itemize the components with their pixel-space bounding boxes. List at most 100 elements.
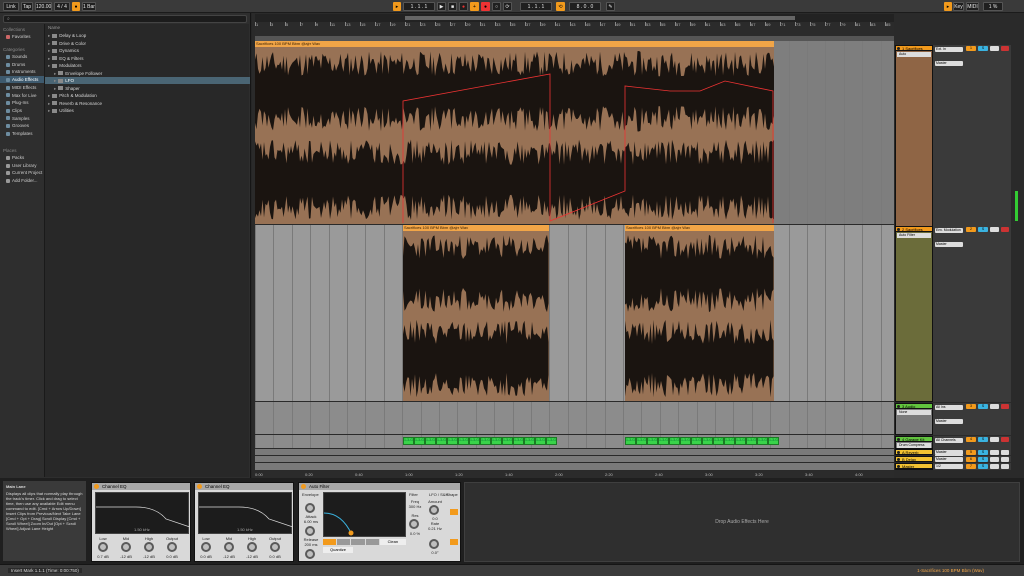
browser-item[interactable]: ▸ Drive & Color [45, 40, 250, 47]
filter-type-lp[interactable] [323, 539, 337, 545]
amount-knob[interactable] [429, 505, 439, 515]
res-knob[interactable] [409, 519, 419, 529]
midi-clip[interactable]: 1-3-G-1-3 [724, 437, 735, 445]
midi-clip[interactable]: 1-3-G-1-3 [735, 437, 746, 445]
track-activator-button[interactable]: 5 [966, 450, 976, 455]
midi-clip[interactable]: 1-3-G-1-3 [625, 437, 636, 445]
filter-type-notch[interactable] [365, 539, 379, 545]
eq-mid-knob[interactable] [224, 542, 234, 552]
browser-item[interactable]: ▸ Dynamics [45, 47, 250, 54]
draw-mode-icon[interactable]: ✎ [606, 2, 615, 11]
release-knob[interactable] [305, 549, 315, 559]
track-name[interactable]: 2 Sacrifices [902, 227, 923, 231]
beat-ruler[interactable]: 1 3 5 7 9 11 13 15 17 19 21 23 25 27 29 31 33 35 37 39 41 43 4… [255, 22, 894, 36]
track-title[interactable]: Master [895, 463, 933, 469]
expand-arrow-icon[interactable]: ▸ [48, 41, 50, 46]
device-title[interactable]: Channel EQ [92, 483, 190, 490]
track-lane[interactable]: Sacrifices 100 BPM Bbm @ajrr Wav [255, 41, 894, 224]
attack-knob[interactable] [305, 526, 315, 536]
record-icon[interactable]: ● [459, 2, 468, 11]
device-power-icon[interactable] [301, 484, 306, 489]
eq-knob-value[interactable]: 0.7 dB [91, 554, 115, 559]
session-record-icon[interactable]: ○ [492, 2, 501, 11]
phase-value[interactable]: 0.0° [423, 550, 447, 555]
midi-clip[interactable]: 1-3-G-1-3 [480, 437, 491, 445]
sidebar-item-sounds[interactable]: Sounds [0, 53, 44, 60]
midi-button[interactable]: MIDI [966, 2, 979, 11]
midi-clip[interactable]: 1-3-G-1-3 [414, 437, 425, 445]
device-title[interactable]: Channel EQ [195, 483, 293, 490]
volume-field[interactable] [990, 457, 999, 462]
volume-field[interactable] [990, 227, 999, 232]
places-item-user-library[interactable]: User Library [0, 162, 44, 169]
punch-in-icon[interactable]: ⟳ [503, 2, 512, 11]
midi-clip[interactable]: 1-3-G-1-3 [658, 437, 669, 445]
browser-item[interactable]: ▸ Utilities [45, 107, 250, 114]
overdub-icon[interactable]: + [470, 2, 479, 11]
output-chooser[interactable]: Master [935, 457, 963, 462]
track-activator-button[interactable]: 6 [966, 457, 976, 462]
eq-knob-value[interactable]: 0.0 dB [160, 554, 184, 559]
midi-clip[interactable]: 1-3-G-1-3 [691, 437, 702, 445]
places-item-current-project[interactable]: Current Project [0, 169, 44, 176]
track-name[interactable]: A Reverb [902, 450, 918, 454]
midi-clip[interactable]: 1-3-G-1-3 [425, 437, 436, 445]
track-name[interactable]: 1 Sacrifices [902, 46, 923, 50]
eq-mid-knob[interactable] [121, 542, 131, 552]
track-title[interactable]: 3 Audio [895, 403, 933, 409]
eq-output-knob[interactable] [167, 542, 177, 552]
output-chooser[interactable]: Master [935, 450, 963, 455]
expand-arrow-icon[interactable]: ▸ [48, 63, 50, 68]
track-header-body[interactable] [895, 226, 933, 402]
automation-device-chooser[interactable]: Auto [897, 52, 931, 57]
arm-button[interactable] [1001, 227, 1009, 232]
song-position[interactable]: 1 . 1 . 1 [403, 2, 435, 11]
eq-knob-value[interactable]: 0.0 dB [194, 554, 218, 559]
track-activator-button[interactable]: 1 [966, 46, 976, 51]
midi-clip[interactable]: 1-3-G-1-3 [524, 437, 535, 445]
track-activator-button[interactable]: 4 [966, 437, 976, 442]
track-title[interactable]: 4 Garage Kit [895, 436, 933, 442]
device-drop-zone[interactable]: Drop Audio Effects Here [464, 482, 1020, 562]
sidebar-item-samples[interactable]: Samples [0, 115, 44, 122]
volume-field[interactable] [990, 404, 999, 409]
track-name[interactable]: 3 Audio [902, 404, 915, 408]
automation-device-chooser[interactable]: None [897, 410, 931, 415]
time-ruler[interactable]: 0:00 0:20 0:40 1:00 1:20 1:40 2:00 2:20 2:40 3:00… [255, 471, 894, 478]
browser-item[interactable]: ▸ EQ & Filters [45, 55, 250, 62]
expand-arrow-icon[interactable]: ▸ [48, 48, 50, 53]
midi-clip[interactable]: 1-3-G-1-3 [647, 437, 658, 445]
midi-clip[interactable]: 1-3-G-1-3 [436, 437, 447, 445]
stop-icon[interactable]: ■ [448, 2, 457, 11]
freq-value[interactable]: 300 Hz [403, 504, 427, 509]
filter-type-selector[interactable]: Clean [323, 539, 407, 545]
input-chooser[interactable]: All Channels [935, 438, 963, 443]
search-input[interactable]: ⌕ [3, 15, 247, 23]
track-fold-icon[interactable] [897, 451, 900, 454]
tap-button[interactable]: Tap [21, 2, 33, 11]
track-title[interactable]: 1 Sacrifices [895, 45, 933, 51]
metro-quantize[interactable]: 1 Bar [82, 2, 96, 11]
auto-filter-device[interactable]: Auto Filter Envelope Attack 6.00 ms Rele… [298, 482, 461, 562]
track-name[interactable]: 4 Garage Kit [902, 437, 924, 441]
solo-button[interactable]: S [978, 227, 988, 232]
expand-arrow-icon[interactable]: ▸ [48, 101, 50, 106]
envelope-knob[interactable] [305, 503, 315, 513]
track-activator-button[interactable]: 7 [966, 464, 976, 469]
solo-button[interactable]: S [978, 46, 988, 51]
track-name[interactable]: B Delay [902, 457, 916, 461]
browser-item[interactable]: ▸ LFO [45, 77, 250, 84]
sidebar-item-max-for-live[interactable]: Max for Live [0, 92, 44, 99]
channel-eq-device-2[interactable]: Channel EQ 1.50 kHz Low 0.0 dB Mid -12 dB Hi… [194, 482, 294, 562]
arm-button[interactable] [1001, 404, 1009, 409]
filter-type-hp[interactable] [337, 539, 351, 545]
arm-button[interactable] [1001, 437, 1009, 442]
solo-button[interactable]: S [978, 457, 988, 462]
follow-icon[interactable]: ▸ [393, 2, 401, 11]
midi-clip[interactable]: 1-3-G-1-3 [669, 437, 680, 445]
arm-button[interactable] [1001, 457, 1009, 462]
track-lane[interactable] [255, 456, 894, 462]
phase-knob[interactable] [429, 539, 439, 549]
track-fold-icon[interactable] [897, 47, 900, 50]
track-activator-button[interactable]: 2 [966, 227, 976, 232]
